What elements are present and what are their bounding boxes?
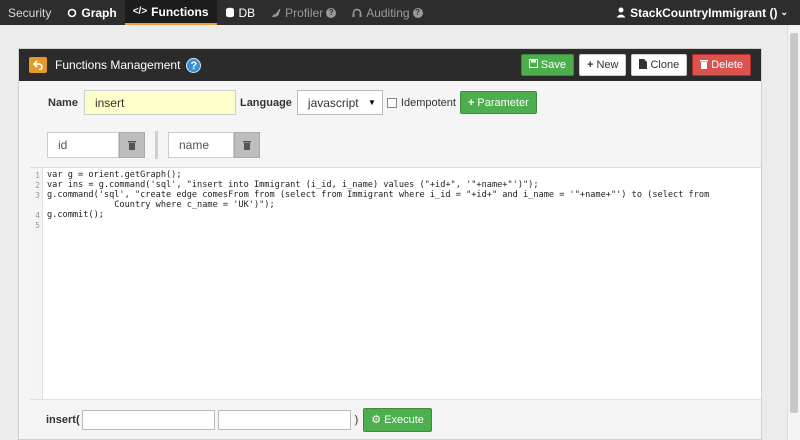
scrollbar-thumb[interactable] xyxy=(790,33,798,413)
database-icon xyxy=(225,7,235,18)
line-number: 1 xyxy=(35,171,40,180)
remove-param-button[interactable] xyxy=(234,132,260,158)
panel-header: Functions Management ? Save + New Clone xyxy=(19,49,761,81)
name-label: Name xyxy=(48,96,78,109)
nav-graph[interactable]: Graph xyxy=(59,0,124,25)
nav-security-label: Security xyxy=(8,5,52,20)
remove-param-button[interactable] xyxy=(119,132,145,158)
trash-icon xyxy=(128,141,136,150)
code-icon: </> xyxy=(132,6,148,17)
code-editor[interactable]: 1 2 3 4 5 var g = orient.getGraph(); var… xyxy=(30,167,761,400)
parameter-label: Parameter xyxy=(477,96,529,109)
help-icon[interactable]: ? xyxy=(412,7,423,18)
new-button[interactable]: + New xyxy=(579,54,627,76)
param-input[interactable]: id xyxy=(47,132,119,158)
trash-icon xyxy=(700,59,709,72)
param-input[interactable]: name xyxy=(168,132,234,158)
execute-button[interactable]: ⚙ Execute xyxy=(363,407,432,432)
back-icon[interactable] xyxy=(29,57,47,73)
code-line: Country where c_name = 'UK')"); xyxy=(47,200,275,210)
nav-db-label: DB xyxy=(238,5,256,20)
execute-arg-input[interactable] xyxy=(81,409,215,430)
rocket-icon xyxy=(271,8,281,18)
clone-button[interactable]: Clone xyxy=(631,54,688,76)
top-nav: Security Graph </> Functions DB Profiler… xyxy=(0,0,800,25)
new-label: New xyxy=(596,59,619,71)
add-parameter-button[interactable]: + Parameter xyxy=(459,91,537,114)
line-number: 2 xyxy=(35,181,40,190)
close-paren: ) xyxy=(354,413,359,426)
nav-auditing[interactable]: Auditing ? xyxy=(344,0,430,25)
nav-db[interactable]: DB xyxy=(217,0,264,25)
parameter-list: id name xyxy=(47,131,260,159)
param-value: id xyxy=(58,138,68,152)
circle-icon xyxy=(67,8,77,18)
floppy-icon xyxy=(528,59,538,71)
name-field[interactable]: insert xyxy=(83,90,236,115)
nav-auditing-label: Auditing xyxy=(366,5,410,20)
line-gutter: 1 2 3 4 5 xyxy=(30,168,43,400)
user-menu[interactable]: StackCountryImmigrant () ⌄ xyxy=(608,0,800,25)
execute-bar: insert( ) ⚙ Execute xyxy=(30,399,761,439)
code-line: var ins = g.command('sql', "insert into … xyxy=(47,180,539,190)
help-icon[interactable]: ? xyxy=(186,57,202,73)
clone-label: Clone xyxy=(650,59,680,71)
name-value: insert xyxy=(94,95,125,110)
line-number: 4 xyxy=(35,211,40,220)
user-name: StackCountryImmigrant () xyxy=(630,5,778,20)
gear-icon: ⚙ xyxy=(371,414,382,426)
idempotent-checkbox[interactable] xyxy=(386,97,397,108)
file-icon xyxy=(639,58,648,72)
language-label: Language xyxy=(239,96,292,109)
headset-icon xyxy=(352,8,362,18)
delete-button[interactable]: Delete xyxy=(692,54,751,76)
plus-icon: + xyxy=(587,59,594,71)
code-line: g.commit(); xyxy=(47,210,104,220)
code-line: var g = orient.getGraph(); xyxy=(47,170,182,180)
chevron-down-icon: ⌄ xyxy=(780,7,788,17)
nav-graph-label: Graph xyxy=(81,5,117,20)
panel-title: Functions Management xyxy=(55,58,181,72)
execute-arg-input[interactable] xyxy=(217,409,351,430)
plus-icon: + xyxy=(467,96,475,109)
user-icon xyxy=(616,7,626,18)
nav-functions[interactable]: </> Functions xyxy=(124,0,217,25)
save-label: Save xyxy=(540,59,566,71)
idempotent-label: Idempotent xyxy=(400,96,456,109)
help-icon[interactable]: ? xyxy=(326,7,337,18)
page-scrollbar[interactable] xyxy=(787,25,800,440)
save-button[interactable]: Save xyxy=(520,54,574,76)
param-value: name xyxy=(179,138,210,152)
code-line: g.command('sql', "create edge comesFrom … xyxy=(47,190,710,200)
nav-profiler[interactable]: Profiler ? xyxy=(263,0,344,25)
line-number: 5 xyxy=(35,221,40,230)
execute-label: Execute xyxy=(384,413,424,426)
language-value: javascript xyxy=(307,95,359,110)
nav-profiler-label: Profiler xyxy=(285,5,324,20)
function-form: Name insert Language javascript ▼ Idempo… xyxy=(28,90,537,115)
nav-security[interactable]: Security xyxy=(0,0,59,25)
trash-icon xyxy=(243,141,251,150)
nav-functions-label: Functions xyxy=(151,4,209,19)
function-call-label: insert( xyxy=(46,413,80,426)
line-number: 3 xyxy=(35,191,40,200)
language-select[interactable]: javascript ▼ xyxy=(296,90,383,115)
param-divider xyxy=(155,131,158,159)
caret-down-icon: ▼ xyxy=(368,98,376,107)
delete-label: Delete xyxy=(711,59,743,71)
